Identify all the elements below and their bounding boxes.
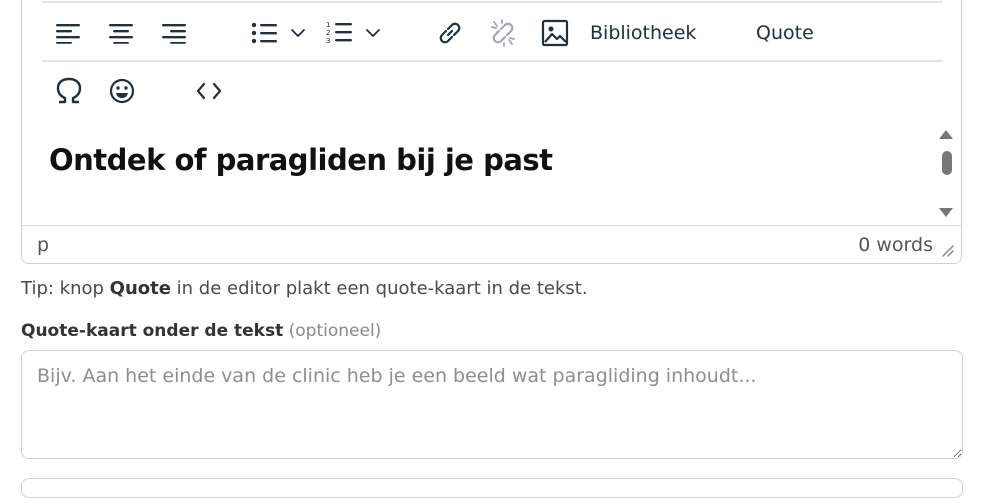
quote-field-label-text: Quote-kaart onder de tekst	[21, 321, 284, 341]
tip-bold: Quote	[109, 278, 171, 299]
special-character-button[interactable]	[52, 74, 86, 108]
tip-prefix: Tip: knop	[21, 278, 110, 299]
quote-card-textarea[interactable]	[21, 350, 963, 459]
chevron-down-icon	[366, 29, 380, 37]
code-icon	[196, 82, 222, 100]
quote-button[interactable]: Quote	[756, 16, 826, 50]
heading-text: paragliden	[215, 143, 387, 177]
align-center-icon	[109, 24, 133, 44]
optional-hint: (optioneel)	[288, 321, 382, 341]
emoji-icon	[109, 78, 135, 104]
align-left-icon	[56, 24, 80, 44]
insert-link-button[interactable]	[434, 16, 466, 50]
svg-text:3: 3	[326, 37, 330, 45]
numbered-list-button[interactable]: 1 2 3	[322, 16, 386, 50]
align-left-button[interactable]	[52, 16, 84, 50]
numbered-list-icon: 1 2 3	[326, 21, 352, 45]
toolbar-divider	[42, 60, 943, 62]
next-field-edge	[21, 478, 963, 498]
align-right-icon	[162, 24, 186, 44]
source-code-button[interactable]	[192, 74, 226, 108]
heading-text: bij je past	[386, 143, 553, 177]
bullet-list-button[interactable]	[247, 16, 311, 50]
scroll-down-arrow-icon[interactable]	[938, 207, 954, 219]
omega-icon	[56, 77, 82, 104]
align-right-button[interactable]	[158, 16, 190, 50]
quote-field-label: Quote-kaart onder de tekst (optioneel)	[21, 321, 381, 341]
library-button[interactable]: Bibliotheek	[590, 16, 700, 50]
heading-text: Ontdek of	[49, 143, 216, 177]
unlink-icon	[491, 19, 515, 47]
bullet-list-icon	[251, 22, 277, 44]
emoji-button[interactable]	[105, 74, 139, 108]
scrollbar-thumb[interactable]	[942, 151, 952, 175]
toolbar-divider	[42, 1, 943, 3]
rich-text-editor: 1 2 3 Bibliotheek Quote Ontdek of paragl…	[21, 0, 962, 264]
scroll-up-arrow-icon[interactable]	[938, 128, 954, 140]
tip-text: Tip: knop Quote in de editor plakt een q…	[21, 278, 588, 299]
editor-content[interactable]: Ontdek of paragliden bij je past	[22, 125, 961, 225]
unlink-button[interactable]	[487, 16, 519, 50]
svg-text:1: 1	[326, 21, 330, 29]
resize-grip-icon[interactable]	[940, 243, 954, 257]
element-path[interactable]: p	[37, 234, 49, 256]
editor-statusbar: p 0 words	[22, 225, 961, 263]
content-heading: Ontdek of paragliden bij je past	[49, 143, 553, 177]
link-icon	[439, 22, 461, 44]
editor-toolbar: 1 2 3 Bibliotheek Quote	[22, 0, 961, 125]
chevron-down-icon	[291, 29, 305, 37]
insert-image-button[interactable]	[539, 16, 571, 50]
svg-text:2: 2	[326, 29, 330, 37]
image-icon	[541, 19, 569, 47]
align-center-button[interactable]	[105, 16, 137, 50]
word-count[interactable]: 0 words	[858, 234, 933, 256]
tip-suffix: in de editor plakt een quote-kaart in de…	[170, 278, 588, 299]
